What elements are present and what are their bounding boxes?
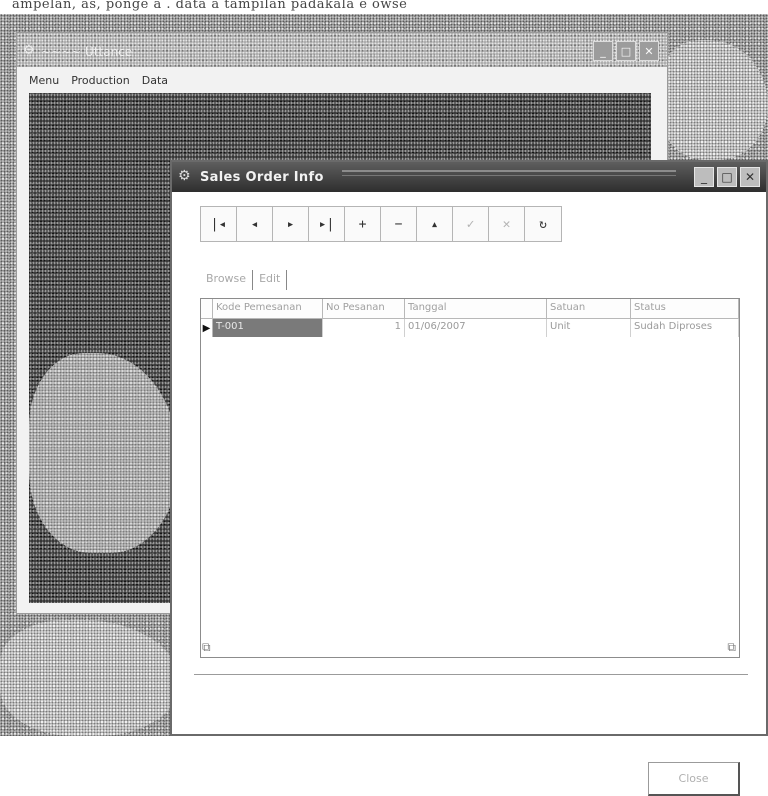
- dialog-close-icon[interactable]: ✕: [740, 167, 760, 187]
- insert-record-icon[interactable]: +: [345, 207, 381, 241]
- delete-record-icon[interactable]: −: [381, 207, 417, 241]
- page-tabs: Browse Edit: [200, 270, 288, 290]
- dialog-minimize-icon[interactable]: _: [694, 167, 714, 187]
- column-header[interactable]: Satuan: [547, 299, 631, 319]
- data-grid[interactable]: Kode Pemesanan No Pesanan Tanggal Satuan…: [200, 298, 740, 658]
- close-icon[interactable]: ✕: [639, 41, 659, 61]
- sales-order-dialog: ⚙ Sales Order Info _ □ ✕ |◂ ◂ ▸ ▸| + − ▴…: [170, 160, 768, 796]
- tab-edit[interactable]: Edit: [253, 270, 288, 290]
- close-button[interactable]: Close: [648, 762, 740, 796]
- current-row-indicator-icon: ▶: [201, 319, 213, 337]
- menu-bar: Menu Production Data: [17, 71, 168, 89]
- cancel-edit-icon[interactable]: ✕: [489, 207, 525, 241]
- record-navigator: |◂ ◂ ▸ ▸| + − ▴ ✓ ✕ ↻: [200, 206, 562, 242]
- post-edit-icon[interactable]: ✓: [453, 207, 489, 241]
- main-titlebar[interactable]: ⚙ ~~~~ Uttance _ □ ✕: [17, 33, 667, 67]
- table-cell[interactable]: Sudah Diproses: [631, 319, 739, 337]
- column-header[interactable]: Status: [631, 299, 739, 319]
- divider: [194, 674, 748, 675]
- table-cell[interactable]: 01/06/2007: [405, 319, 547, 337]
- menu-item-menu[interactable]: Menu: [29, 74, 59, 87]
- grid-indicator-header: [201, 299, 213, 319]
- dialog-maximize-icon[interactable]: □: [717, 167, 737, 187]
- next-record-icon[interactable]: ▸: [273, 207, 309, 241]
- refresh-data-icon[interactable]: ↻: [525, 207, 561, 241]
- dialog-titlebar[interactable]: ⚙ Sales Order Info _ □ ✕: [172, 162, 766, 192]
- main-window-title: ~~~~ Uttance: [41, 45, 133, 59]
- column-header[interactable]: No Pesanan: [323, 299, 405, 319]
- column-header[interactable]: Tanggal: [405, 299, 547, 319]
- dialog-app-icon: ⚙: [178, 168, 191, 184]
- grid-resize-icon: ⧉: [202, 640, 211, 654]
- menu-item-data[interactable]: Data: [142, 74, 168, 87]
- last-record-icon[interactable]: ▸|: [309, 207, 345, 241]
- grid-resize-icon: ⧉: [727, 640, 736, 654]
- app-icon: ⚙: [23, 43, 35, 58]
- first-record-icon[interactable]: |◂: [201, 207, 237, 241]
- maximize-icon[interactable]: □: [616, 41, 636, 61]
- tab-browse[interactable]: Browse: [200, 270, 254, 290]
- edit-record-icon[interactable]: ▴: [417, 207, 453, 241]
- prior-record-icon[interactable]: ◂: [237, 207, 273, 241]
- menu-item-production[interactable]: Production: [71, 74, 130, 87]
- table-cell[interactable]: 1: [323, 319, 405, 337]
- dialog-title: Sales Order Info: [200, 170, 324, 185]
- background-text: ampelan, as, ponge a . data a tampilan p…: [12, 0, 408, 12]
- table-cell[interactable]: Unit: [547, 319, 631, 337]
- column-header[interactable]: Kode Pemesanan: [213, 299, 323, 319]
- minimize-icon[interactable]: _: [593, 41, 613, 61]
- table-cell[interactable]: T-001: [213, 319, 323, 337]
